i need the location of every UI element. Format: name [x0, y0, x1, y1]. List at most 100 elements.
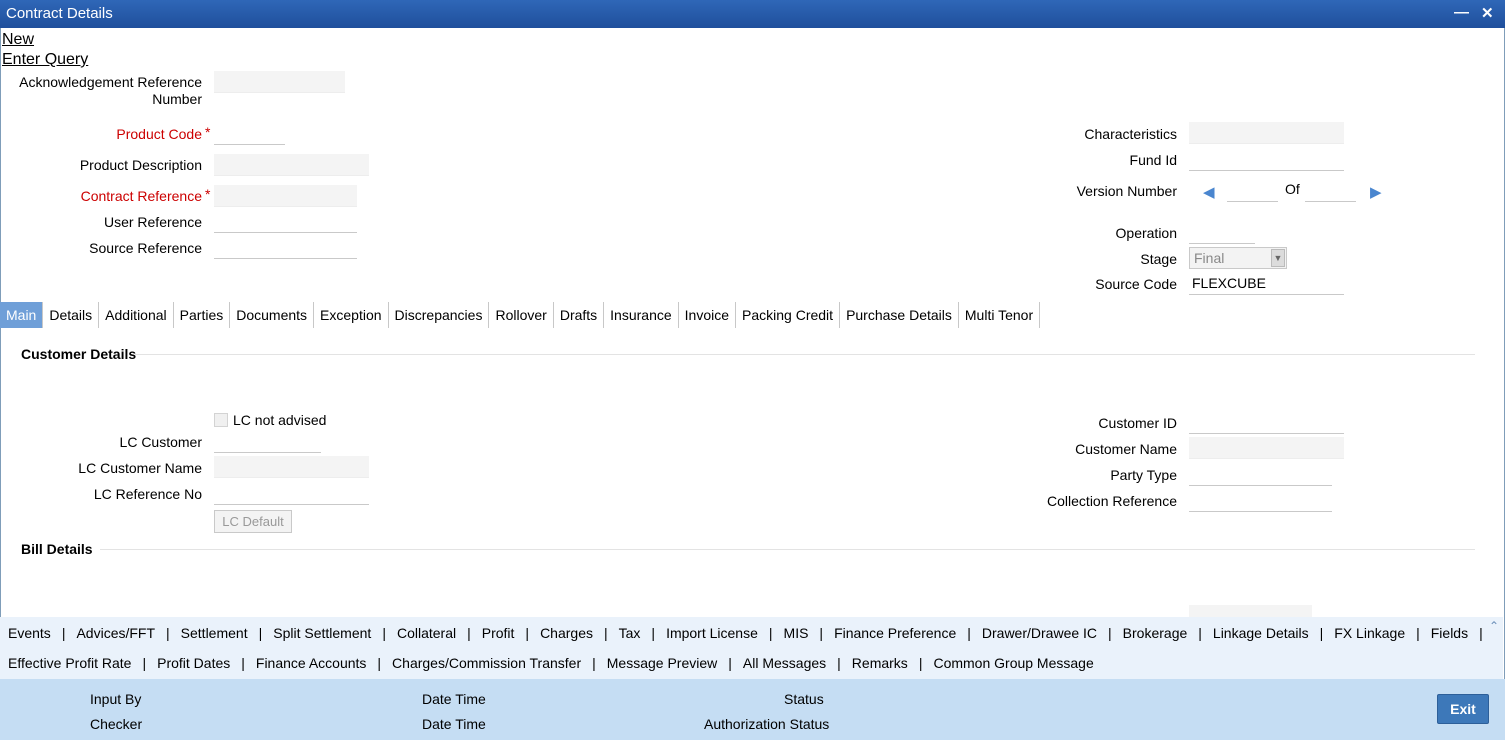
lc-reference-no-label: LC Reference No [93, 486, 202, 502]
lc-reference-no-field[interactable] [214, 483, 369, 505]
tab-discrepancies[interactable]: Discrepancies [389, 302, 490, 328]
section-divider [135, 354, 1475, 355]
subsystem-link-profit-dates[interactable]: Profit Dates [157, 655, 230, 671]
customer-name-label: Customer Name [1075, 441, 1177, 457]
version-total-field[interactable] [1305, 180, 1356, 202]
scroll-up-icon[interactable]: ⌃ [1489, 619, 1499, 633]
authorization-status-label: Authorization Status [704, 716, 830, 732]
source-reference-field[interactable] [214, 237, 357, 259]
link-separator: | [768, 625, 773, 641]
subsystem-row-2: Effective Profit Rate | Profit Dates | Finan… [8, 655, 1094, 671]
subsystem-link-charges-commission-transfer[interactable]: Charges/Commission Transfer [392, 655, 581, 671]
fund-id-field[interactable] [1189, 149, 1344, 171]
tab-rollover[interactable]: Rollover [489, 302, 554, 328]
tab-additional[interactable]: Additional [99, 302, 174, 328]
link-separator: | [258, 625, 263, 641]
product-description-field[interactable] [214, 154, 369, 176]
tab-parties[interactable]: Parties [174, 302, 231, 328]
subsystem-link-tax[interactable]: Tax [619, 625, 641, 641]
source-code-field[interactable]: FLEXCUBE [1189, 273, 1344, 295]
user-reference-field[interactable] [214, 211, 357, 233]
user-reference-label: User Reference [103, 214, 202, 230]
tab-multi-tenor[interactable]: Multi Tenor [959, 302, 1041, 328]
subsystem-link-remarks[interactable]: Remarks [852, 655, 908, 671]
product-code-field[interactable] [214, 123, 285, 145]
tab-documents[interactable]: Documents [230, 302, 315, 328]
new-link[interactable]: New [2, 31, 34, 49]
input-by-label: Input By [90, 691, 142, 707]
link-separator: | [467, 625, 471, 641]
chevron-down-icon: ▼ [1271, 249, 1285, 267]
tab-main[interactable]: Main [0, 302, 44, 328]
previous-version-icon[interactable]: ◀ [1203, 183, 1215, 201]
subsystem-link-message-preview[interactable]: Message Preview [607, 655, 718, 671]
next-version-icon[interactable]: ▶ [1370, 183, 1382, 201]
tab-invoice[interactable]: Invoice [679, 302, 737, 328]
stage-value: Final [1194, 250, 1225, 266]
tab-exception[interactable]: Exception [314, 302, 389, 328]
product-description-label: Product Description [79, 157, 202, 173]
subsystem-link-advices-fft[interactable]: Advices/FFT [76, 625, 155, 641]
subsystem-link-finance-preference[interactable]: Finance Preference [834, 625, 956, 641]
subsystem-link-effective-profit-rate[interactable]: Effective Profit Rate [8, 655, 131, 671]
subsystem-link-collateral[interactable]: Collateral [397, 625, 456, 641]
link-separator: | [377, 655, 382, 671]
minimize-icon[interactable]: — [1454, 4, 1469, 21]
subsystem-link-settlement[interactable]: Settlement [181, 625, 248, 641]
enter-query-link[interactable]: Enter Query [2, 51, 88, 69]
subsystem-link-finance-accounts[interactable]: Finance Accounts [256, 655, 367, 671]
stage-label: Stage [1140, 251, 1177, 267]
link-separator: | [819, 625, 824, 641]
checker-label: Checker [90, 716, 143, 732]
collection-reference-label: Collection Reference [1047, 493, 1177, 509]
link-separator: | [1479, 625, 1483, 641]
status-label: Status [784, 691, 824, 707]
subsystem-link-brokerage[interactable]: Brokerage [1123, 625, 1188, 641]
collection-reference-field[interactable] [1189, 490, 1332, 512]
customer-name-field[interactable] [1189, 437, 1344, 459]
customer-id-field[interactable] [1189, 412, 1344, 434]
subsystem-link-events[interactable]: Events [8, 625, 51, 641]
lc-default-button[interactable]: LC Default [214, 510, 292, 533]
tab-purchase-details[interactable]: Purchase Details [840, 302, 959, 328]
characteristics-field[interactable] [1189, 122, 1344, 144]
stage-select[interactable]: Final ▼ [1189, 247, 1287, 269]
subsystem-link-all-messages[interactable]: All Messages [743, 655, 826, 671]
link-separator: | [525, 625, 530, 641]
tab-insurance[interactable]: Insurance [604, 302, 679, 328]
contract-reference-field[interactable] [214, 185, 357, 207]
subsystem-link-split-settlement[interactable]: Split Settlement [273, 625, 371, 641]
subsystem-link-fields[interactable]: Fields [1431, 625, 1468, 641]
lc-customer-label: LC Customer [119, 434, 202, 450]
subsystem-link-import-license[interactable]: Import License [666, 625, 758, 641]
operation-field[interactable] [1189, 222, 1255, 244]
ack-ref-field[interactable] [214, 71, 345, 93]
lc-customer-name-label: LC Customer Name [78, 460, 202, 476]
party-type-field[interactable] [1189, 464, 1332, 486]
subsystem-link-fx-linkage[interactable]: FX Linkage [1334, 625, 1405, 641]
audit-footer: Input By Checker Date Time Date Time Sta… [0, 679, 1505, 740]
tab-packing-credit[interactable]: Packing Credit [736, 302, 841, 328]
subsystem-link-charges[interactable]: Charges [540, 625, 593, 641]
exit-button[interactable]: Exit [1437, 694, 1489, 724]
subsystem-link-profit[interactable]: Profit [482, 625, 515, 641]
subsystem-link-linkage-details[interactable]: Linkage Details [1213, 625, 1309, 641]
source-reference-label: Source Reference [89, 240, 202, 256]
tab-drafts[interactable]: Drafts [554, 302, 605, 328]
lc-customer-field[interactable] [214, 431, 321, 453]
subsystem-link-mis[interactable]: MIS [784, 625, 809, 641]
version-number-field[interactable] [1227, 180, 1278, 202]
required-marker: * [205, 124, 211, 140]
subsystem-link-drawer-drawee-ic[interactable]: Drawer/Drawee IC [982, 625, 1097, 641]
link-separator: | [241, 655, 245, 671]
subsystem-link-common-group-message[interactable]: Common Group Message [933, 655, 1093, 671]
link-separator: | [166, 625, 170, 641]
lc-customer-name-field[interactable] [214, 456, 369, 478]
link-separator: | [382, 625, 386, 641]
partial-field [1189, 605, 1312, 617]
link-separator: | [837, 655, 841, 671]
link-separator: | [1108, 625, 1112, 641]
tab-details[interactable]: Details [43, 302, 100, 328]
close-icon[interactable]: ✕ [1481, 4, 1494, 22]
lc-not-advised-checkbox[interactable] [214, 413, 228, 427]
